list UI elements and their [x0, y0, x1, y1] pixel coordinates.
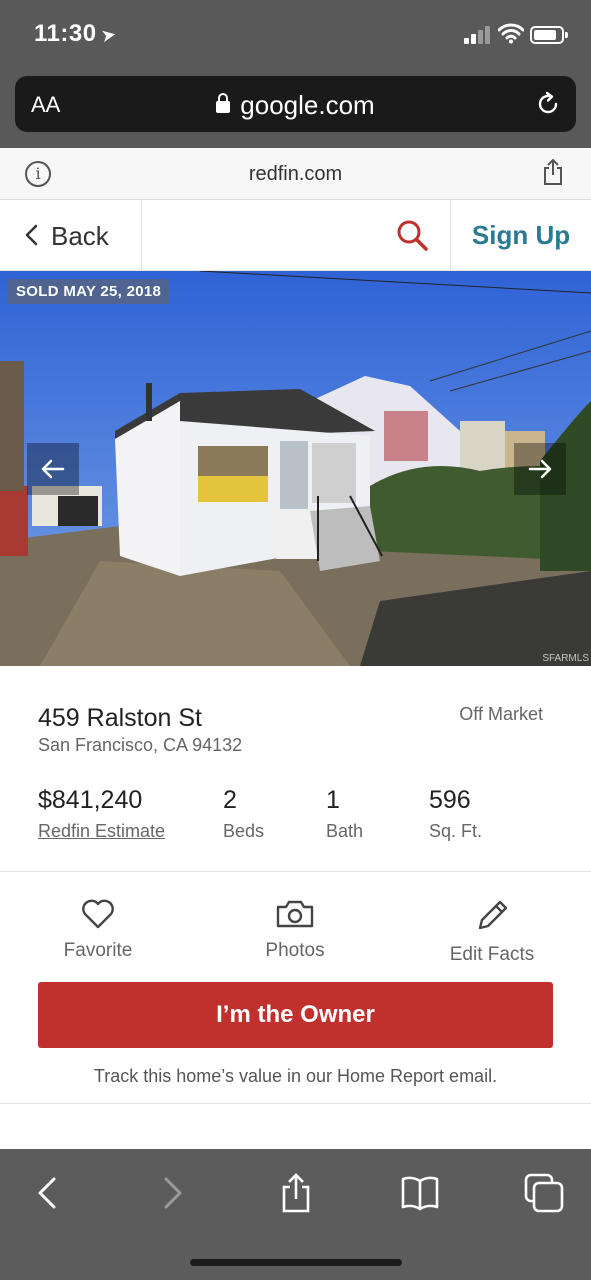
clock-text: 11:30 [34, 20, 97, 47]
back-button[interactable]: Back [0, 200, 142, 270]
sqft-value: 596 [429, 786, 471, 814]
chevron-left-icon [25, 224, 38, 246]
photo-watermark: SFARMLS [542, 653, 589, 664]
share-sheet-icon[interactable] [276, 1173, 316, 1213]
redfin-header: Back Sign Up [0, 200, 591, 271]
sold-date-badge: SOLD MAY 25, 2018 [8, 279, 170, 304]
stat-baths: 1 Bath [326, 786, 363, 842]
browser-toolbar [0, 1149, 591, 1280]
address-line1: 459 Ralston St [38, 704, 202, 732]
forward-nav-icon[interactable] [152, 1173, 192, 1213]
previous-photo-button[interactable] [27, 443, 79, 495]
cellular-signal-icon [464, 26, 492, 44]
im-the-owner-button[interactable]: I’m the Owner [38, 982, 553, 1048]
next-photo-button[interactable] [514, 443, 566, 495]
market-status: Off Market [459, 704, 543, 724]
tabs-icon[interactable] [524, 1173, 564, 1213]
edit-facts-label: Edit Facts [449, 944, 535, 965]
photos-button[interactable]: Photos [205, 898, 385, 962]
back-label: Back [51, 221, 109, 251]
browser-chrome-top: 11:30 ➤ AA google.com [0, 0, 591, 148]
listing-actions: Favorite Photos Edit Facts I’m the Owner… [0, 872, 591, 1104]
favorite-button[interactable]: Favorite [8, 898, 188, 962]
address-line2: San Francisco, CA 94132 [38, 735, 243, 755]
stat-beds: 2 Beds [223, 786, 264, 842]
share-icon[interactable] [541, 158, 565, 186]
redfin-estimate-link[interactable]: Redfin Estimate [38, 821, 165, 842]
listing-photo[interactable]: SOLD MAY 25, 2018 SFARMLS [0, 271, 591, 666]
arrow-right-icon [528, 459, 552, 479]
status-time: 11:30 ➤ [34, 20, 118, 48]
sign-up-button[interactable]: Sign Up [450, 200, 591, 270]
domain-text: google.com [240, 90, 375, 120]
estimate-value: $841,240 [38, 786, 143, 814]
site-info-bar: i redfin.com [0, 148, 591, 200]
beds-value: 2 [223, 786, 237, 814]
search-icon[interactable] [396, 219, 428, 251]
wifi-icon [498, 23, 524, 44]
address-domain[interactable]: google.com [15, 90, 576, 121]
baths-label: Bath [326, 821, 364, 841]
address-bar[interactable]: AA google.com [15, 76, 576, 132]
beds-label: Beds [223, 821, 265, 841]
bookmarks-icon[interactable] [400, 1173, 440, 1213]
favorite-label: Favorite [63, 940, 133, 961]
reload-icon[interactable] [534, 90, 562, 118]
photos-label: Photos [265, 940, 325, 961]
stat-estimate: $841,240 Redfin Estimate [38, 786, 165, 842]
sqft-label: Sq. Ft. [429, 821, 483, 841]
lock-icon [216, 93, 231, 113]
sign-up-label: Sign Up [471, 220, 571, 250]
home-indicator [190, 1259, 402, 1266]
back-nav-icon[interactable] [28, 1173, 68, 1213]
stat-sqft: 596 Sq. Ft. [429, 786, 482, 842]
arrow-left-icon [41, 459, 65, 479]
location-arrow-icon: ➤ [98, 23, 118, 47]
home-report-note: Track this home’s value in our Home Repo… [93, 1066, 498, 1086]
site-domain: redfin.com [248, 163, 343, 185]
house-photo-illustration [0, 271, 591, 666]
edit-facts-button[interactable]: Edit Facts [402, 898, 582, 966]
baths-value: 1 [326, 786, 340, 814]
pencil-icon [478, 900, 508, 930]
listing-details: 459 Ralston St San Francisco, CA 94132 O… [0, 666, 591, 872]
heart-icon [82, 899, 114, 929]
camera-icon [276, 900, 314, 928]
battery-icon [530, 26, 568, 44]
